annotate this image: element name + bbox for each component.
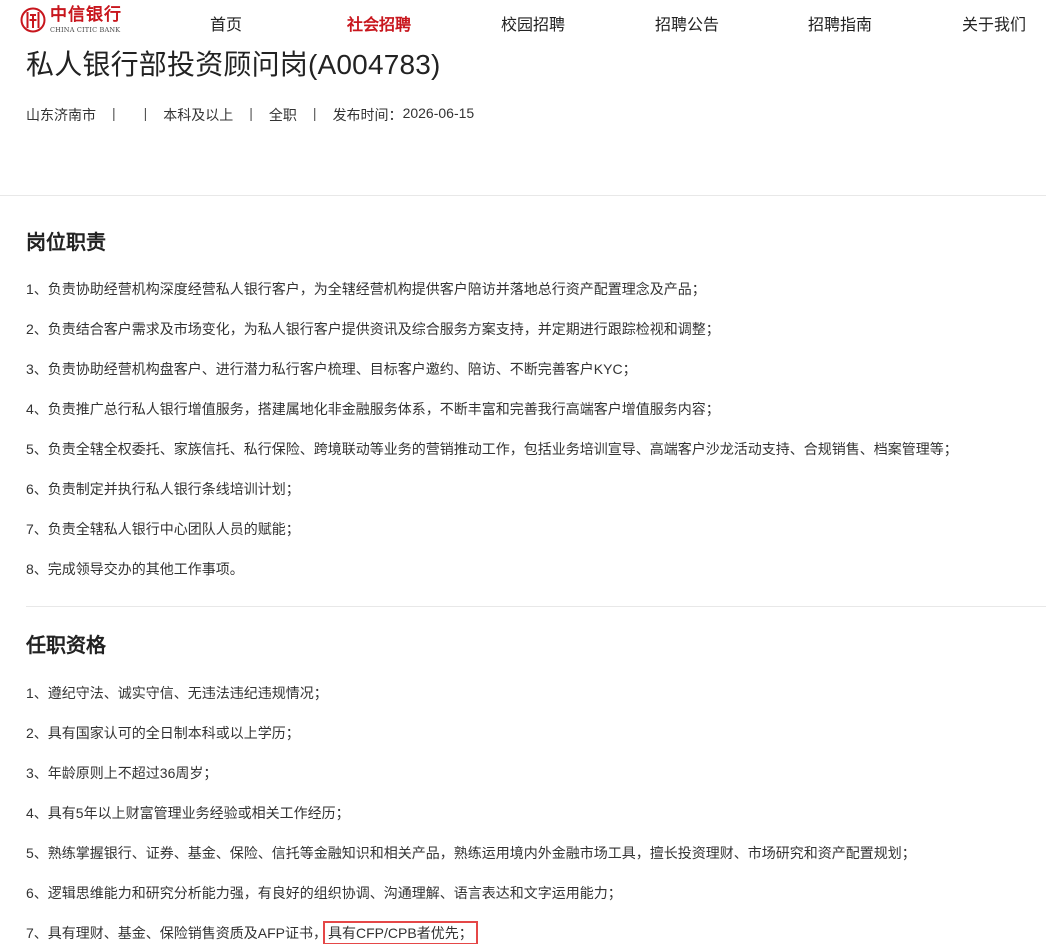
nav-guide[interactable]: 招聘指南 [808, 11, 872, 35]
divider [26, 606, 1046, 607]
qualification-item: 2、具有国家认可的全日制本科或以上学历； [26, 725, 300, 741]
meta-separator: | [112, 105, 116, 121]
brand-name-cn: 中信银行 [50, 5, 122, 25]
qualification-item: 1、遵纪守法、诚实守信、无违法违纪违规情况； [26, 685, 328, 701]
duty-item: 7、负责全辖私人银行中心团队人员的赋能； [26, 521, 300, 537]
job-meta: 山东济南市 | | 本科及以上 | 全职 | 发布时间： 2026-06-15 [26, 105, 474, 125]
brand-name-en: CHINA CITIC BANK [50, 26, 121, 34]
job-title: 私人银行部投资顾问岗(A004783) [26, 49, 441, 80]
citic-logo-icon [20, 7, 46, 33]
qualification-item: 6、逻辑思维能力和研究分析能力强，有良好的组织协调、沟通理解、语言表达和文字运用… [26, 885, 622, 901]
section-title-duties: 岗位职责 [26, 232, 106, 254]
section-title-qualifications: 任职资格 [26, 635, 106, 657]
site-header: 中信银行 CHINA CITIC BANK 首页 社会招聘 校园招聘 招聘公告 … [0, 0, 1046, 42]
nav-about-us[interactable]: 关于我们 [962, 11, 1026, 35]
duty-item: 2、负责结合客户需求及市场变化，为私人银行客户提供资讯及综合服务方案支持，并定期… [26, 321, 720, 337]
job-type: 全职 [268, 107, 297, 123]
nav-social-recruitment[interactable]: 社会招聘 [347, 11, 411, 35]
duty-item: 5、负责全辖全权委托、家族信托、私行保险、跨境联动等业务的营销推动工作，包括业务… [26, 441, 958, 457]
duty-item: 3、负责协助经营机构盘客户、进行潜力私行客户梳理、目标客户邀约、陪访、不断完善客… [26, 361, 637, 377]
nav-home[interactable]: 首页 [210, 11, 242, 35]
publish-date: 2026-06-15 [402, 105, 475, 121]
bank-logo[interactable]: 中信银行 CHINA CITIC BANK [20, 7, 122, 37]
nav-announcements[interactable]: 招聘公告 [655, 11, 719, 35]
meta-separator: | [143, 105, 148, 121]
job-location: 山东济南市 [26, 107, 96, 123]
qualification-item: 5、熟练掌握银行、证券、基金、保险、信托等金融知识和相关产品，熟练运用境内外金融… [26, 845, 916, 861]
duty-item: 8、完成领导交办的其他工作事项。 [26, 561, 244, 577]
qualification-item: 3、年龄原则上不超过36周岁； [26, 765, 218, 781]
job-education: 本科及以上 [163, 107, 234, 123]
publish-label: 发布时间： [332, 107, 403, 123]
divider [0, 195, 1046, 196]
qualification-item: 4、具有5年以上财富管理业务经验或相关工作经历； [26, 805, 350, 821]
qualification-item-text: 7、具有理财、基金、保险销售资质及AFP证书， [26, 925, 328, 941]
duty-item: 6、负责制定并执行私人银行条线培训计划； [26, 481, 300, 497]
qualification-item: 7、具有理财、基金、保险销售资质及AFP证书，具有CFP/CPB者优先； [26, 921, 478, 944]
nav-campus-recruitment[interactable]: 校园招聘 [501, 11, 565, 35]
duty-item: 1、负责协助经营机构深度经营私人银行客户，为全辖经营机构提供客户陪访并落地总行资… [26, 281, 706, 297]
duty-item: 4、负责推广总行私人银行增值服务，搭建属地化非金融服务体系，不断丰富和完善我行高… [26, 401, 720, 417]
meta-separator: | [312, 105, 317, 121]
meta-separator: | [249, 105, 253, 121]
logo-text: 中信银行 CHINA CITIC BANK [50, 7, 122, 34]
highlighted-text: 具有CFP/CPB者优先； [323, 921, 478, 944]
